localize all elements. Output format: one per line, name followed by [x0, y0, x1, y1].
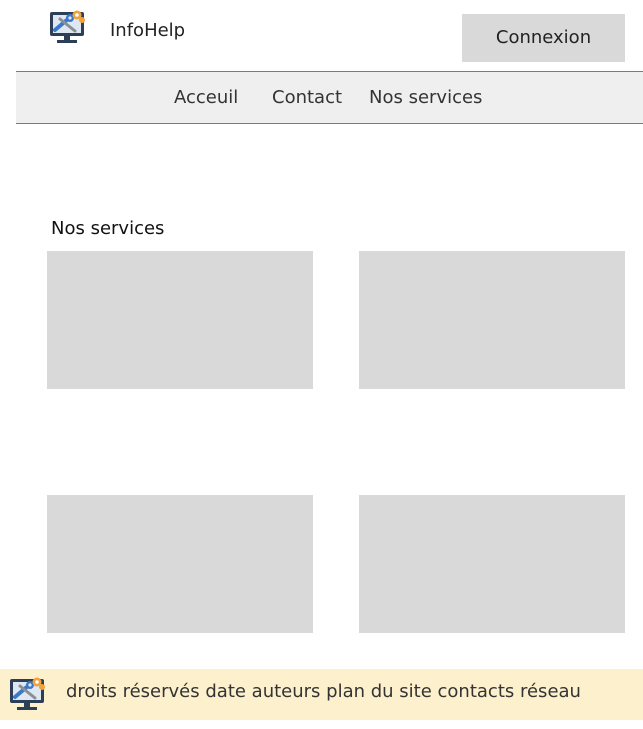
nav-item-nos-services[interactable]: Nos services — [369, 87, 482, 108]
navigation-bar: Acceuil Contact Nos services — [16, 71, 643, 124]
service-card[interactable] — [47, 251, 313, 389]
service-card[interactable] — [359, 495, 625, 633]
computer-repair-icon[interactable] — [46, 9, 88, 45]
footer: droits réservés date auteurs plan du sit… — [0, 669, 643, 720]
nav-item-contact[interactable]: Contact — [272, 87, 342, 108]
computer-repair-icon — [6, 676, 48, 712]
login-button[interactable]: Connexion — [462, 14, 625, 62]
footer-text: droits réservés date auteurs plan du sit… — [66, 681, 581, 702]
service-card[interactable] — [47, 495, 313, 633]
nav-item-acceuil[interactable]: Acceuil — [174, 87, 238, 108]
brand-name: InfoHelp — [110, 20, 186, 41]
service-card[interactable] — [359, 251, 625, 389]
section-title: Nos services — [51, 218, 165, 239]
